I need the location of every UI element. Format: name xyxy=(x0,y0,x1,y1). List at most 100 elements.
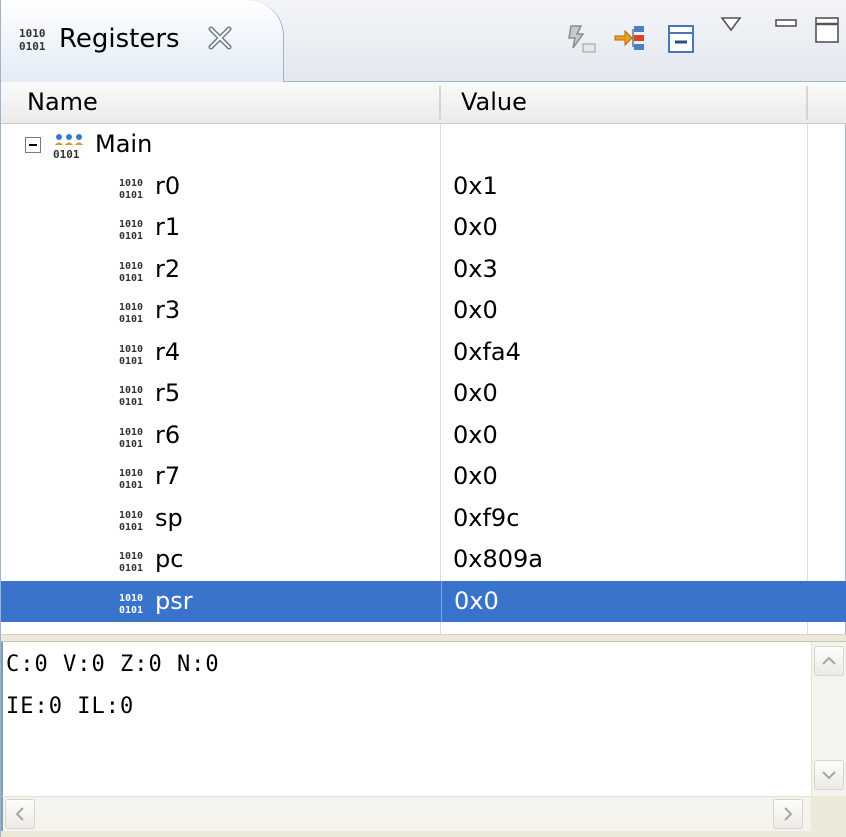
register-binary-icon: 1010 0101 xyxy=(119,342,149,372)
register-binary-icon: 1010 0101 xyxy=(119,383,149,413)
svg-text:0101: 0101 xyxy=(119,439,143,449)
register-value[interactable]: 0x0 xyxy=(441,207,806,248)
register-name: r5 xyxy=(155,379,181,407)
scroll-down-button[interactable] xyxy=(814,760,844,790)
svg-text:0101: 0101 xyxy=(119,480,143,490)
register-row[interactable]: 1010 0101 r6 0x0 xyxy=(1,415,846,456)
registers-tree: 0101 Main 1010 0101 r0 0x1 1010 0101 r1 0x0 1010… xyxy=(1,124,846,622)
register-row[interactable]: 1010 0101 r2 0x3 xyxy=(1,249,846,290)
svg-text:0101: 0101 xyxy=(19,40,46,52)
register-binary-icon: 1010 0101 xyxy=(119,217,149,247)
register-value[interactable]: 0x0 xyxy=(441,456,806,497)
close-icon[interactable] xyxy=(206,24,234,52)
svg-text:1010: 1010 xyxy=(119,344,143,355)
svg-text:0101: 0101 xyxy=(119,273,143,283)
register-name: r1 xyxy=(155,213,181,241)
view-menu-icon[interactable] xyxy=(719,14,743,38)
details-pane[interactable]: C:0 V:0 Z:0 N:0 IE:0 IL:0 xyxy=(1,642,811,796)
register-name: r7 xyxy=(155,462,181,490)
register-group-row[interactable]: 0101 Main xyxy=(1,124,846,165)
register-value[interactable]: 0xfa4 xyxy=(441,332,806,373)
details-vertical-scrollbar[interactable] xyxy=(811,642,846,796)
column-resize-handle[interactable] xyxy=(806,86,808,120)
register-value[interactable]: 0x3 xyxy=(441,249,806,290)
register-name: r3 xyxy=(155,296,181,324)
registers-view: 1010 0101 Registers Name Value 0101 Main… xyxy=(0,0,846,837)
column-resize-handle[interactable] xyxy=(439,86,441,120)
register-group-value xyxy=(441,124,806,165)
register-value[interactable]: 0x0 xyxy=(441,415,806,456)
register-value[interactable]: 0x1 xyxy=(441,166,806,207)
clear-icon[interactable] xyxy=(563,20,597,60)
minimize-icon[interactable] xyxy=(773,14,799,38)
register-name: pc xyxy=(155,545,184,573)
register-row[interactable]: 1010 0101 r1 0x0 xyxy=(1,207,846,248)
register-binary-icon: 1010 0101 xyxy=(119,176,149,206)
register-binary-icon: 1010 0101 xyxy=(119,300,149,330)
svg-text:0101: 0101 xyxy=(119,563,143,573)
svg-text:1010: 1010 xyxy=(119,427,143,438)
svg-text:1010: 1010 xyxy=(119,261,143,272)
register-row[interactable]: 1010 0101 psr 0x0 xyxy=(1,580,846,622)
register-row[interactable]: 1010 0101 r7 0x0 xyxy=(1,456,846,497)
svg-text:1010: 1010 xyxy=(19,27,46,40)
registers-binary-icon: 1010 0101 xyxy=(19,26,53,56)
svg-text:0101: 0101 xyxy=(119,190,143,200)
svg-text:0101: 0101 xyxy=(119,605,143,615)
register-name: sp xyxy=(155,503,183,532)
register-row[interactable]: 1010 0101 r4 0xfa4 xyxy=(1,332,846,373)
register-value[interactable]: 0x0 xyxy=(441,580,806,622)
register-name: r0 xyxy=(155,171,181,200)
register-binary-icon: 1010 0101 xyxy=(119,466,149,496)
register-value[interactable]: 0x0 xyxy=(441,373,806,414)
register-binary-icon: 1010 0101 xyxy=(119,259,149,289)
register-binary-icon: 1010 0101 xyxy=(119,425,149,455)
scrollbar-corner xyxy=(811,796,846,831)
register-row[interactable]: 1010 0101 r3 0x0 xyxy=(1,290,846,331)
details-line: C:0 V:0 Z:0 N:0 xyxy=(6,652,220,677)
goto-icon[interactable] xyxy=(613,20,649,60)
svg-text:0101: 0101 xyxy=(53,148,80,160)
column-header-name[interactable]: Name xyxy=(15,82,98,124)
register-binary-icon: 1010 0101 xyxy=(119,591,149,621)
svg-text:0101: 0101 xyxy=(119,397,143,407)
register-group-label: Main xyxy=(95,130,153,158)
register-name: r4 xyxy=(155,337,181,366)
svg-text:1010: 1010 xyxy=(119,302,143,313)
register-row[interactable]: 1010 0101 r0 0x1 xyxy=(1,166,846,207)
svg-text:0101: 0101 xyxy=(119,522,143,532)
registers-tab[interactable]: 1010 0101 Registers xyxy=(1,0,284,82)
details-line: IE:0 IL:0 xyxy=(6,694,135,719)
view-tab-bar: 1010 0101 Registers xyxy=(1,0,846,82)
svg-text:0101: 0101 xyxy=(119,314,143,324)
svg-text:1010: 1010 xyxy=(119,593,143,604)
details-horizontal-scrollbar[interactable] xyxy=(1,796,811,831)
svg-text:0101: 0101 xyxy=(119,356,143,366)
register-name: psr xyxy=(155,586,193,615)
register-row[interactable]: 1010 0101 sp 0xf9c xyxy=(1,498,846,539)
register-row[interactable]: 1010 0101 pc 0x809a xyxy=(1,539,846,580)
column-header: Name Value xyxy=(1,82,846,124)
register-value[interactable]: 0x809a xyxy=(441,539,806,580)
register-binary-icon: 1010 0101 xyxy=(119,549,149,579)
maximize-icon[interactable] xyxy=(813,14,841,50)
register-binary-icon: 1010 0101 xyxy=(119,508,149,538)
register-name: r2 xyxy=(155,254,181,283)
column-header-value[interactable]: Value xyxy=(449,82,527,124)
scroll-up-button[interactable] xyxy=(814,646,844,676)
collapse-toggle[interactable] xyxy=(25,137,41,153)
collapse-all-icon[interactable] xyxy=(665,20,697,60)
details-sash[interactable] xyxy=(1,634,846,642)
svg-text:1010: 1010 xyxy=(119,510,143,521)
view-bottom-edge xyxy=(1,831,846,837)
svg-text:1010: 1010 xyxy=(119,385,143,396)
register-row[interactable]: 1010 0101 r5 0x0 xyxy=(1,373,846,414)
register-name: r6 xyxy=(155,420,181,449)
tab-title: Registers xyxy=(59,24,180,54)
register-value[interactable]: 0x0 xyxy=(441,290,806,331)
scroll-right-button[interactable] xyxy=(773,799,803,829)
svg-text:1010: 1010 xyxy=(119,468,143,479)
register-group-icon: 0101 xyxy=(53,132,87,166)
register-value[interactable]: 0xf9c xyxy=(441,498,806,539)
scroll-left-button[interactable] xyxy=(5,799,35,829)
